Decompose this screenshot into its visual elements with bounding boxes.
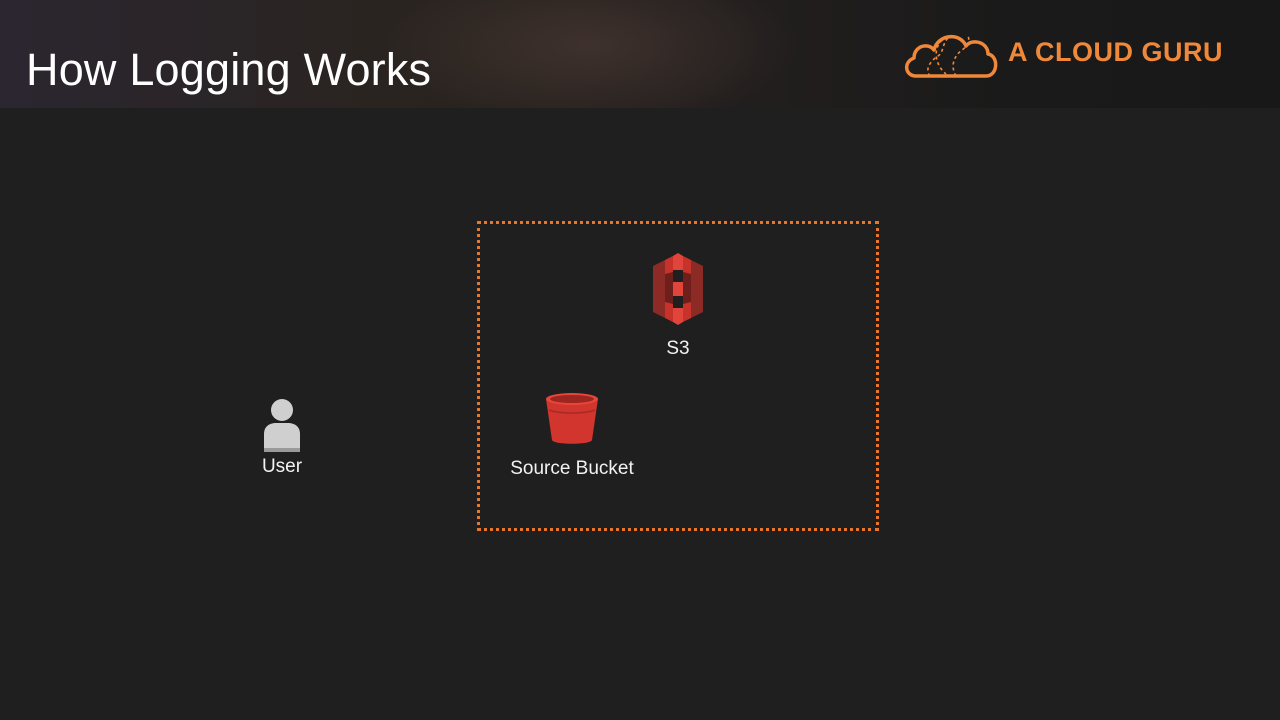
user-node: User [252, 398, 312, 478]
header-background-photo [380, 0, 800, 108]
cloud-logo-icon [905, 35, 998, 78]
source-bucket-node: Source Bucket [497, 390, 647, 480]
user-label: User [261, 456, 303, 477]
slide-title: How Logging Works [26, 44, 432, 95]
brand-logo: A CLOUD GURU [902, 26, 1247, 84]
aws-s3-icon [653, 253, 703, 325]
user-icon [264, 399, 300, 452]
s3-label: S3 [666, 338, 690, 359]
brand-name: A CLOUD GURU [1008, 37, 1223, 67]
slide-header: How Logging Works A CLOUD GURU [0, 0, 1280, 108]
source-bucket-label: Source Bucket [510, 458, 634, 479]
s3-bucket-icon [546, 393, 598, 444]
s3-node: S3 [637, 252, 719, 360]
